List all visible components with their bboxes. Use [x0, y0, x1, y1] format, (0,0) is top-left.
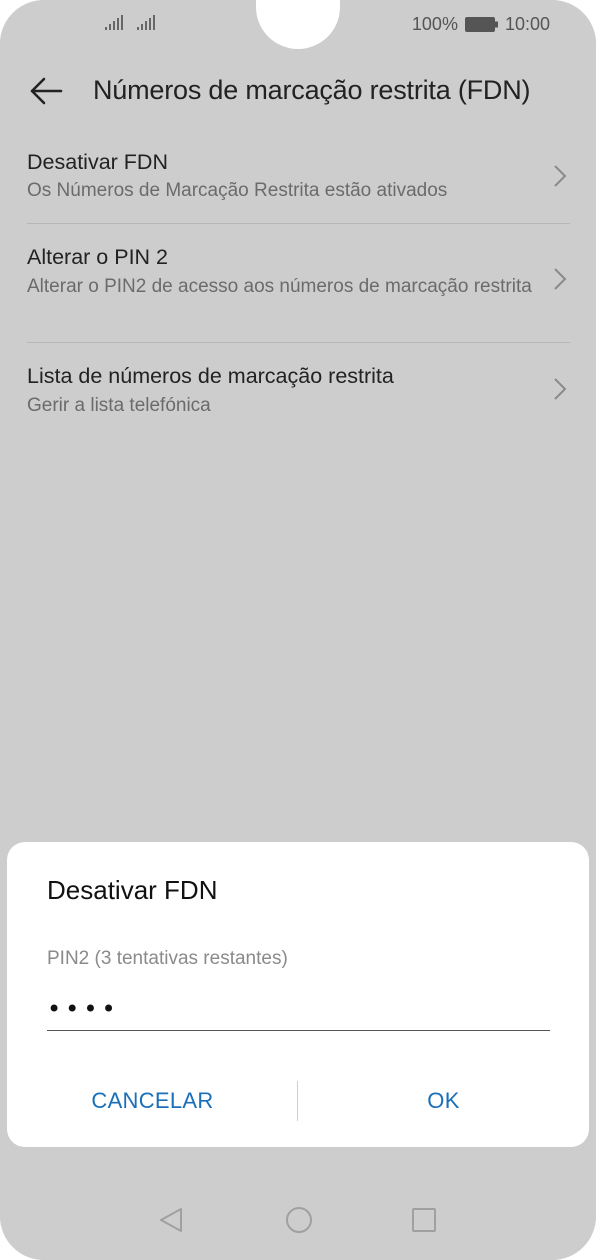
clock: 10:00	[504, 14, 550, 34]
phone-screen: 100% 10:00 Números de marcação restrita …	[0, 0, 596, 1260]
chevron-right-icon	[554, 378, 567, 400]
list-item-title: Lista de números de marcação restrita	[27, 364, 394, 388]
status-right: 100% 10:00	[412, 14, 550, 35]
list-item-subtitle: Os Números de Marcação Restrita estão at…	[27, 180, 448, 201]
page-title: Números de marcação restrita (FDN)	[93, 75, 531, 105]
battery-icon	[464, 17, 498, 32]
signal-icon	[137, 15, 155, 30]
app-bar: Números de marcação restrita (FDN)	[0, 54, 596, 128]
cancel-button[interactable]: CANCELAR	[7, 1080, 298, 1122]
nav-home-button[interactable]	[284, 1205, 314, 1235]
nav-back-icon	[160, 1208, 182, 1232]
pin2-label: PIN2 (3 tentativas restantes)	[47, 948, 288, 969]
chevron-right-icon	[554, 268, 567, 290]
chevron-right-icon	[554, 165, 567, 187]
disable-fdn-dialog: Desativar FDN PIN2 (3 tentativas restant…	[7, 842, 589, 1147]
list-item-disable-fdn[interactable]: Desativar FDN Os Números de Marcação Res…	[27, 128, 570, 224]
signal-icon	[105, 15, 123, 30]
battery-percent: 100%	[411, 14, 458, 34]
ok-button[interactable]: OK	[298, 1080, 589, 1122]
settings-list: Desativar FDN Os Números de Marcação Res…	[0, 128, 596, 443]
nav-home-icon	[286, 1207, 312, 1233]
back-button[interactable]	[26, 71, 66, 111]
list-item-title: Desativar FDN	[27, 150, 168, 174]
pin2-input[interactable]	[47, 988, 550, 1031]
list-item-change-pin2[interactable]: Alterar o PIN 2 Alterar o PIN2 de acesso…	[27, 224, 570, 343]
dialog-buttons: CANCELAR OK	[7, 1080, 589, 1122]
list-item-fdn-list[interactable]: Lista de números de marcação restrita Ge…	[27, 343, 570, 443]
nav-back-button[interactable]	[156, 1205, 186, 1235]
nav-recents-icon	[412, 1208, 436, 1232]
list-item-title: Alterar o PIN 2	[27, 245, 168, 269]
dialog-title: Desativar FDN	[47, 875, 218, 905]
arrow-left-icon	[30, 77, 63, 105]
list-item-subtitle: Gerir a lista telefónica	[27, 395, 211, 416]
navigation-bar	[0, 1147, 596, 1260]
status-bar: 100% 10:00	[0, 0, 596, 54]
list-item-subtitle: Alterar o PIN2 de acesso aos números de …	[27, 276, 532, 297]
nav-recents-button[interactable]	[409, 1205, 439, 1235]
camera-notch	[256, 0, 340, 49]
